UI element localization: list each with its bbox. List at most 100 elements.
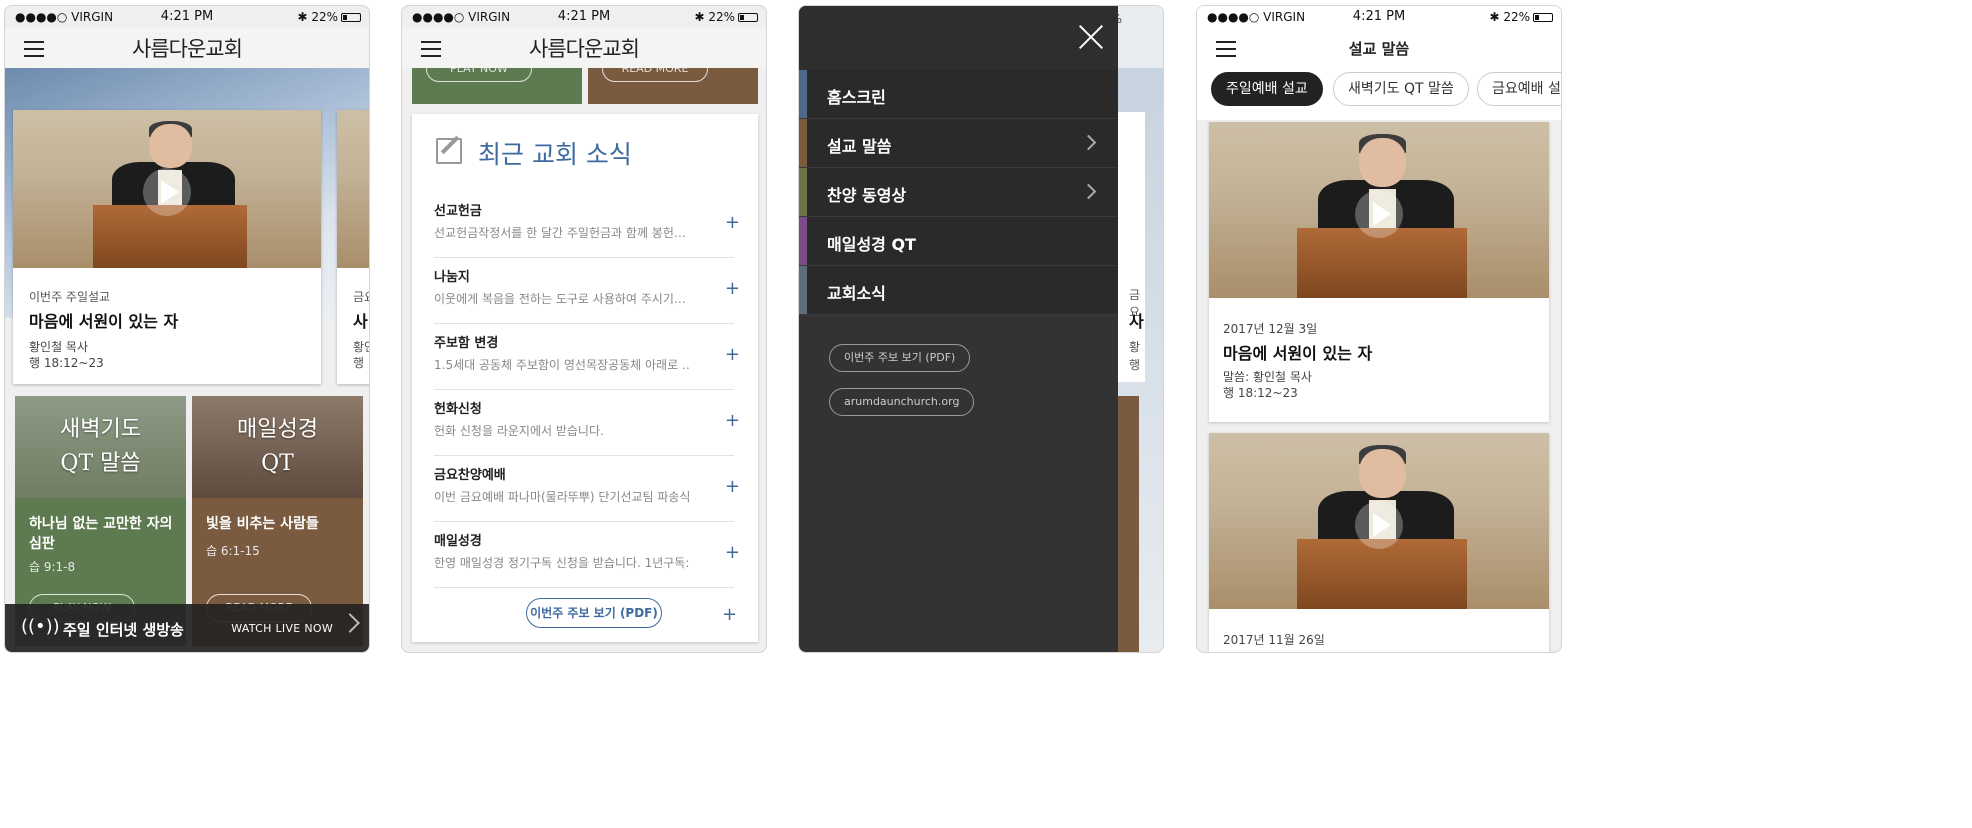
sermon-title: 마음에 서원이 있는 자 [1223,344,1373,363]
dawn-tile-image [15,396,186,498]
news-item-title: 선교헌금 [434,204,482,219]
chevron-right-icon [1080,183,1097,200]
menu-item-accent [799,70,807,118]
sermon-list-item[interactable]: 2017년 12월 3일 마음에 서원이 있는 자 말씀: 황인철 목사 행 1… [1209,122,1549,422]
plus-icon[interactable]: + [725,476,740,497]
news-item-summary: 한영 매일성경 정기구독 신청을 받습니다. 1년구독: $30 [434,556,689,570]
home-screen: ●●●●○ VIRGIN 4:21 PM ✱ 22% 사름다운교회 이번주 주일… [4,5,370,653]
plus-icon[interactable]: + [725,410,740,431]
chevron-right-icon[interactable] [340,613,360,633]
sermon-preacher: 황인철 목사 [29,340,89,354]
battery-percent: 22% [311,10,338,24]
church-news-card: 최근 교회 소식 선교헌금 선교헌금작정서를 한 달간 주일헌금과 함께 봉헌…… [412,114,758,642]
behind-verse: 행 [1129,358,1141,372]
news-item-title: 헌화신청 [434,402,482,417]
next-sermon-card[interactable]: 금요 사 황인 행 1 [337,110,369,384]
battery-indicator: ✱ 22% [694,10,758,24]
sermon-date: 2017년 11월 26일 [1223,633,1325,647]
menu-item-home[interactable]: 홈스크린 [799,70,1118,119]
sermon-label: 이번주 주일설교 [29,290,111,304]
close-icon[interactable] [1078,24,1104,50]
bulletin-pdf-link[interactable]: 이번주 주보 보기 (PDF) [829,344,971,372]
status-bar: ●●●●○ VIRGIN 4:21 PM ✱ 22% [1197,6,1561,28]
next-card-preacher: 황인 [353,340,369,354]
drawer-header [799,6,1118,70]
sermon-video-thumbnail [13,110,321,268]
website-link[interactable]: arumdaunchurch.org [829,388,975,416]
dawn-tile-heading-1: 새벽기도 [60,417,141,442]
sermon-preacher: 말씀: 황인철 목사 [1223,370,1312,384]
tab-friday-sermon[interactable]: 금요예배 설교 [1477,72,1561,106]
next-card-title: 사 [353,312,368,331]
side-menu-drawer: 홈스크린 설교 말씀 찬양 동영상 매일성경 QT 교회소식 이번주 주보 보기… [799,6,1118,652]
tab-sunday-sermon[interactable]: 주일예배 설교 [1211,72,1323,106]
sermon-verse: 행 18:12~23 [29,356,104,370]
live-stream-bar[interactable]: ((•)) 주일 인터넷 생방송 WATCH LIVE NOW [5,604,369,652]
news-item-summary: 이번 금요예배 파나마(물라뚜뿌) 단기선교팀 파송식이… [434,490,689,504]
tab-dawn-qt[interactable]: 새벽기도 QT 말씀 [1333,72,1469,106]
plus-icon[interactable]: + [722,604,764,625]
news-item-summary: 헌화 신청을 라운지에서 받습니다. [434,424,604,438]
news-item-title: 나눔지 [434,270,470,285]
plus-icon[interactable]: + [725,344,740,365]
news-item[interactable]: 헌화신청 헌화 신청을 라운지에서 받습니다. + [434,390,740,456]
news-item[interactable]: 금요찬양예배 이번 금요예배 파나마(물라뚜뿌) 단기선교팀 파송식이… + [434,456,740,522]
dawn-tile-title: 하나님 없는 교만한 자의 심판 [29,516,173,552]
sermon-verse: 행 18:12~23 [1223,386,1298,400]
menu-item-daily-qt[interactable]: 매일성경 QT [799,217,1118,266]
news-item-title: 금요찬양예배 [434,468,506,483]
news-item[interactable]: 매일성경 한영 매일성경 정기구독 신청을 받습니다. 1년구독: $30 + [434,522,740,588]
behind-preacher: 황 [1129,340,1141,354]
news-item-title: 주보함 변경 [434,336,499,351]
news-item-title: 매일성경 [434,534,482,549]
menu-item-accent [799,266,807,314]
church-logo: 사름다운교회 [132,37,243,61]
menu-item-worship-videos[interactable]: 찬양 동영상 [799,168,1118,217]
news-item[interactable]: 나눔지 이웃에게 복음을 전하는 도구로 사용하여 주시기… + [434,258,740,324]
plus-icon[interactable]: + [725,212,740,233]
app-header: 사름다운교회 [402,28,766,68]
battery-indicator: ✱ 22% [297,10,361,24]
battery-percent: 22% [708,10,735,24]
chevron-right-icon [1080,134,1097,151]
menu-item-label: 매일성경 QT [827,235,916,254]
battery-icon [738,13,758,22]
news-item-summary: 1.5세대 공동체 주보함이 영선목장공동체 아래로 … [434,358,689,372]
dawn-tile-remnant: PLAY NOW [412,56,582,104]
news-item[interactable]: 주보함 변경 1.5세대 공동체 주보함이 영선목장공동체 아래로 … + [434,324,740,390]
daily-tile-heading-2: QT [261,451,294,476]
menu-item-sermons[interactable]: 설교 말씀 [799,119,1118,168]
news-item-summary: 이웃에게 복음을 전하는 도구로 사용하여 주시기… [434,292,686,306]
sermon-list-item[interactable]: 2017년 11월 26일 [1209,433,1549,652]
sermon-video-thumbnail [1209,433,1549,609]
news-item[interactable]: 선교헌금 선교헌금작정서를 한 달간 주일헌금과 함께 봉헌… + [434,192,740,258]
plus-icon[interactable]: + [725,278,740,299]
menu-item-label: 설교 말씀 [827,137,892,156]
menu-item-accent [799,119,807,167]
daily-tile-heading-1: 매일성경 [237,417,318,442]
daily-tile-image [192,396,363,498]
next-video-thumbnail [337,110,369,268]
plus-icon[interactable]: + [725,542,740,563]
broadcast-icon: ((•)) [21,616,60,637]
edit-icon [436,138,462,164]
menu-item-accent [799,168,807,216]
play-icon[interactable] [1355,500,1403,549]
menu-item-accent [799,217,807,265]
daily-tile-remnant: READ MORE [588,56,758,104]
church-logo: 사름다운교회 [529,37,640,61]
menu-item-label: 교회소식 [827,284,886,303]
play-icon[interactable] [143,168,191,217]
menu-screen: 2% 금요 사 황 행 홈스크린 설교 말씀 찬양 동영상 매일성경 QT [798,5,1164,653]
play-icon[interactable] [1355,189,1403,238]
sermon-card[interactable]: 이번주 주일설교 마음에 서원이 있는 자 황인철 목사 행 18:12~23 [13,110,321,384]
menu-item-label: 홈스크린 [827,88,886,107]
daily-tile-verse: 습 6:1-15 [206,544,260,558]
menu-item-church-news[interactable]: 교회소식 [799,266,1118,315]
bulletin-pdf-button[interactable]: 이번주 주보 보기 (PDF) [526,598,662,628]
dawn-tile-heading-2: QT 말씀 [60,451,141,476]
watch-live-label[interactable]: WATCH LIVE NOW [231,622,333,635]
daily-tile-title: 빛을 비추는 사람들 [206,516,319,532]
status-bar: ●●●●○ VIRGIN 4:21 PM ✱ 22% [5,6,369,28]
page-title: 설교 말씀 [1348,40,1410,58]
